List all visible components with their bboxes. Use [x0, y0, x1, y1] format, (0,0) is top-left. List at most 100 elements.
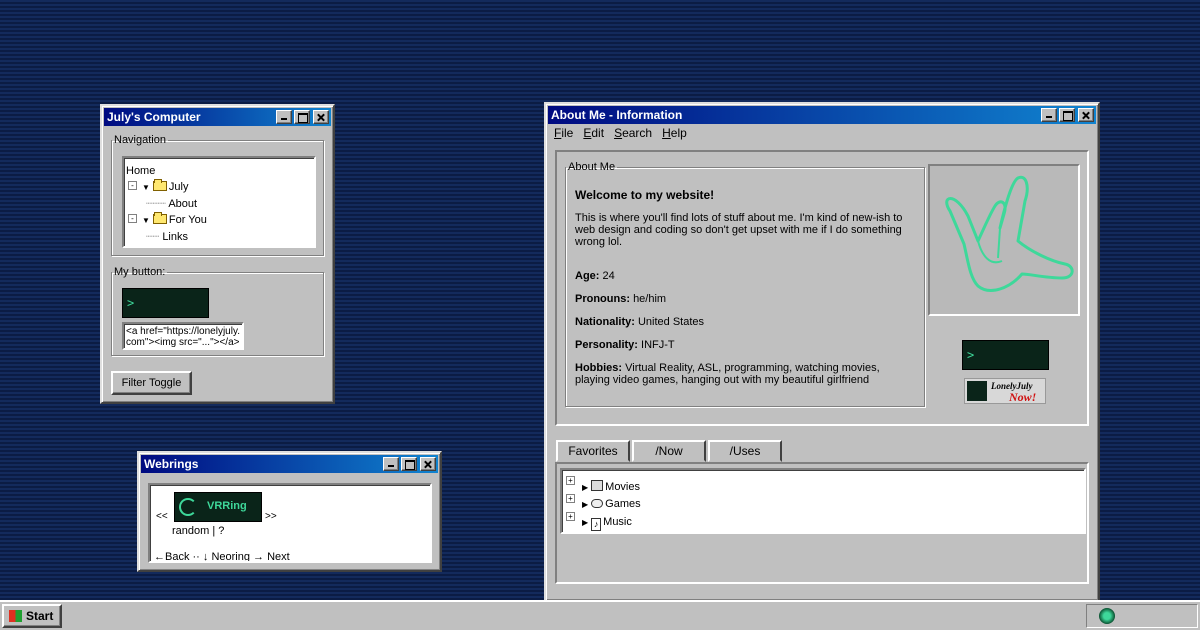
favorite-movies-label: Movies [605, 481, 640, 493]
minimize-button[interactable] [1041, 108, 1057, 122]
profile-image [928, 164, 1080, 316]
field-age-value: 24 [602, 270, 615, 282]
tree-item-for-you[interactable]: ▼ For You [142, 212, 207, 226]
expand-icon[interactable]: + [566, 494, 575, 503]
menu-bar: File Edit Search Help [548, 124, 1096, 142]
favorite-music-label: Music [603, 516, 632, 528]
expand-arrow-icon: ▶ [582, 500, 589, 509]
tree-item-links-label: Links [162, 231, 188, 243]
music-icon: ♪ [591, 518, 602, 531]
expand-arrow-icon: ▶ [582, 518, 589, 527]
julys-computer-titlebar[interactable]: July's Computer [104, 108, 331, 126]
vrring-banner[interactable]: VRRing [174, 492, 262, 522]
intro-text: This is where you'll find lots of stuff … [575, 212, 903, 248]
webring-next-link[interactable]: >> [265, 511, 277, 522]
field-nationality-value: United States [637, 316, 705, 328]
tree-item-about-label: About [168, 198, 198, 210]
my-button-legend: My button: [114, 266, 166, 278]
button-code-textarea[interactable]: <a href="https://lonelyjuly.com"><img sr… [122, 322, 244, 350]
ily-hand-icon [945, 175, 1074, 292]
menu-file[interactable]: File [554, 126, 573, 140]
window-title: Webrings [144, 457, 199, 471]
window-title: July's Computer [107, 110, 201, 124]
folder-icon [152, 179, 167, 191]
field-pronouns-label: Pronouns: [575, 293, 630, 305]
field-personality: Personality: INFJ-T [575, 339, 675, 351]
collapse-icon[interactable]: - [128, 214, 137, 223]
my-button-banner[interactable]: > [122, 288, 209, 318]
about-me-titlebar[interactable]: About Me - Information [548, 106, 1096, 124]
about-me-content: Welcome to my website! This is where you… [565, 172, 923, 402]
favorites-tree: + ▶ Movies + ▶ Games + ▶ ♪ Music [560, 468, 1086, 534]
vrring-logo-icon [179, 498, 197, 516]
hand-badge-icon [967, 381, 987, 401]
welcome-heading: Welcome to my website! [575, 188, 715, 202]
navigation-legend: Navigation [114, 134, 166, 146]
expand-arrow-icon: ▼ [142, 183, 150, 192]
folder-icon [152, 212, 167, 224]
network-tray-icon[interactable] [1099, 608, 1115, 624]
favorite-games-label: Games [605, 498, 641, 510]
tab-uses[interactable]: /Uses [708, 440, 782, 462]
menu-search[interactable]: Search [614, 126, 652, 140]
games-icon [591, 499, 604, 508]
close-button[interactable] [313, 110, 329, 124]
webring-footer-links[interactable]: ←Back ·· ↓ Neoring → Next [154, 551, 290, 561]
webring-random-link[interactable]: random | ? [172, 525, 224, 537]
tree-item-for-you-label: For You [168, 214, 207, 226]
taskbar: Start [0, 600, 1200, 630]
badge-now: Now! [1009, 390, 1037, 404]
navigation-tree: Home - ▼ July ┈┈┈ About - ▼ For You ┈┈ Lin… [122, 156, 316, 248]
button-code-text: <a href="https://lonelyjuly.com"><img sr… [126, 326, 240, 348]
start-label: Start [26, 609, 54, 623]
close-button[interactable] [1078, 108, 1094, 122]
webrings-window: Webrings << VRRing >> random | ? ←Back ·… [137, 451, 442, 572]
tab-now[interactable]: /Now [632, 440, 706, 462]
system-tray [1086, 604, 1198, 628]
maximize-button[interactable] [1059, 108, 1075, 122]
field-hobbies-label: Hobbies: [575, 362, 623, 374]
field-personality-value: INFJ-T [641, 339, 675, 351]
minimize-button[interactable] [276, 110, 292, 124]
menu-edit[interactable]: Edit [583, 126, 604, 140]
field-nationality-label: Nationality: [575, 316, 635, 328]
expand-icon[interactable]: + [566, 476, 575, 485]
close-button[interactable] [420, 457, 436, 471]
tree-item-july-label: July [168, 181, 189, 193]
webring-prev-link[interactable]: << [156, 511, 168, 522]
collapse-icon[interactable]: - [128, 181, 137, 190]
window-title: About Me - Information [551, 108, 683, 122]
webrings-titlebar[interactable]: Webrings [141, 455, 438, 473]
webring-panel: << VRRing >> random | ? ←Back ·· ↓ Neori… [148, 483, 432, 563]
field-pronouns: Pronouns: he/him [575, 293, 666, 305]
about-me-window: About Me - Information File Edit Search … [544, 102, 1100, 602]
maximize-button[interactable] [401, 457, 417, 471]
minimize-button[interactable] [383, 457, 399, 471]
profile-button-banner[interactable]: > [962, 340, 1049, 370]
tree-item-links[interactable]: ┈┈ Links [146, 230, 188, 243]
start-button[interactable]: Start [2, 604, 62, 628]
field-nationality: Nationality: United States [575, 316, 704, 328]
vrring-name: VRRing [207, 500, 247, 512]
tree-item-about[interactable]: ┈┈┈ About [146, 197, 197, 210]
field-age-label: Age: [575, 270, 600, 282]
julys-computer-window: July's Computer Navigation Home - ▼ July … [100, 104, 335, 404]
field-age: Age: 24 [575, 270, 615, 282]
field-pronouns-value: he/him [633, 293, 667, 305]
filter-toggle-button[interactable]: Filter Toggle [111, 371, 192, 395]
maximize-button[interactable] [294, 110, 310, 124]
tab-favorites[interactable]: Favorites [556, 440, 630, 462]
windows-logo-icon [9, 610, 22, 622]
lonelyjuly-now-badge[interactable]: LonelyJuly Now! [964, 378, 1046, 404]
expand-icon[interactable]: + [566, 512, 575, 521]
movies-icon [591, 480, 604, 491]
favorite-music[interactable]: ▶ ♪ Music [582, 516, 632, 531]
tree-item-home[interactable]: Home [126, 165, 155, 177]
expand-arrow-icon: ▼ [142, 216, 150, 225]
menu-help[interactable]: Help [662, 126, 687, 140]
favorite-games[interactable]: ▶ Games [582, 498, 641, 510]
favorite-movies[interactable]: ▶ Movies [582, 480, 640, 493]
tree-item-july[interactable]: ▼ July [142, 179, 189, 193]
field-personality-label: Personality: [575, 339, 638, 351]
expand-arrow-icon: ▶ [582, 483, 589, 492]
